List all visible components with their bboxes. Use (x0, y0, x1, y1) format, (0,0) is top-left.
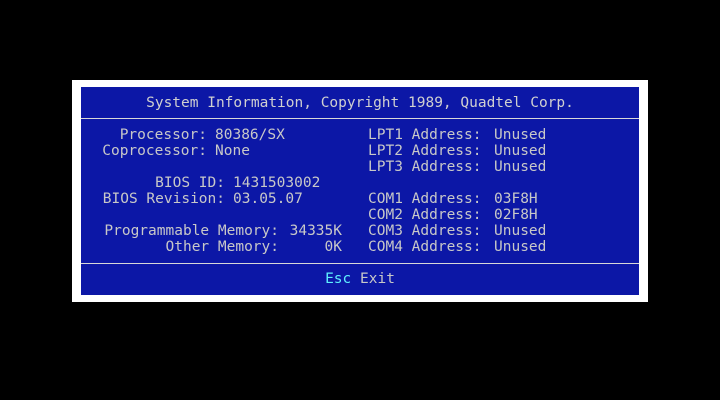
footer-divider (81, 263, 639, 264)
lpt1-address-value: Unused (494, 127, 547, 143)
com2-address-value: 02F8H (494, 207, 538, 223)
lpt1-address-label: LPT1 Address: (368, 127, 482, 143)
bios-revision-label: BIOS Revision: (102, 191, 225, 207)
exit-label: Exit (360, 271, 395, 287)
lpt3-address-value: Unused (494, 159, 547, 175)
programmable-memory-label: Programmable Memory: (104, 223, 279, 239)
com1-address-value: 03F8H (494, 191, 538, 207)
com3-address-label: COM3 Address: (368, 223, 482, 239)
coprocessor-label: Coprocessor: (102, 143, 207, 159)
programmable-memory-value: 34335K (289, 223, 342, 239)
bios-id-label: BIOS ID: (155, 175, 225, 191)
processor-value: 80386/SX (215, 127, 285, 143)
coprocessor-value: None (215, 143, 250, 159)
other-memory-value: 0K (324, 239, 342, 255)
processor-label: Processor: (119, 127, 207, 143)
lpt2-address-value: Unused (494, 143, 547, 159)
bios-id-value: 1431503002 (233, 175, 321, 191)
esc-exit-action[interactable]: Esc Exit (81, 271, 639, 287)
lpt3-address-label: LPT3 Address: (368, 159, 482, 175)
com4-address-value: Unused (494, 239, 547, 255)
com1-address-label: COM1 Address: (368, 191, 482, 207)
lpt2-address-label: LPT2 Address: (368, 143, 482, 159)
dialog-title: System Information, Copyright 1989, Quad… (146, 95, 574, 111)
bios-revision-value: 03.05.07 (233, 191, 303, 207)
other-memory-label: Other Memory: (165, 239, 280, 255)
com4-address-label: COM4 Address: (368, 239, 482, 255)
title-divider (81, 118, 639, 119)
com2-address-label: COM2 Address: (368, 207, 482, 223)
com3-address-value: Unused (494, 223, 547, 239)
esc-key-hint[interactable]: Esc (325, 271, 351, 287)
